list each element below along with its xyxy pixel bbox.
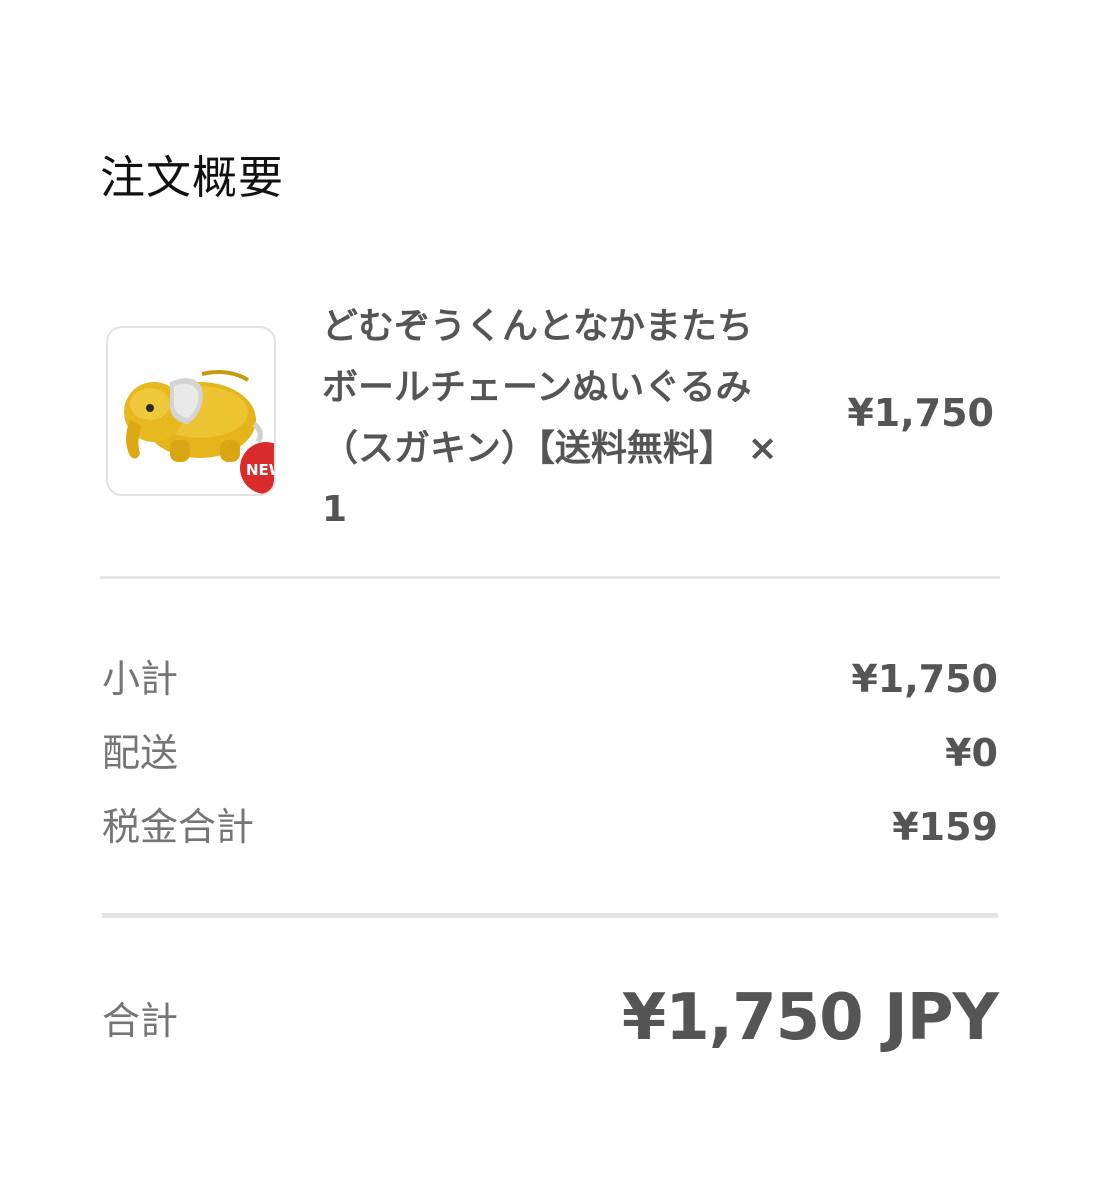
shipping-row: 配送 ¥0	[102, 728, 998, 778]
tax-value: ¥159	[892, 805, 998, 849]
item-price: ¥1,750	[847, 391, 994, 435]
order-item-row: NEW どむぞうくんとなかまたち ボールチェーンぬいぐるみ （スガキン）【送料無…	[100, 292, 1000, 542]
tax-label: 税金合計	[102, 805, 255, 849]
total-value: ¥1,750 JPY	[621, 981, 999, 1055]
shipping-value: ¥0	[945, 731, 998, 775]
tax-row: 税金合計 ¥159	[102, 802, 998, 852]
subtotal-value: ¥1,750	[851, 657, 998, 701]
subtotal-label: 小計	[102, 657, 179, 701]
divider	[100, 576, 1000, 579]
total-label: 合計	[102, 999, 179, 1043]
page-title: 注文概要	[100, 151, 285, 204]
shipping-label: 配送	[102, 731, 179, 775]
new-badge-icon: NEW	[240, 442, 274, 494]
total-row: 合計 ¥1,750 JPY	[102, 978, 999, 1058]
divider	[102, 913, 998, 918]
item-title: どむぞうくんとなかまたち ボールチェーンぬいぐるみ （スガキン）【送料無料】 ×…	[322, 306, 778, 530]
subtotal-row: 小計 ¥1,750	[102, 654, 998, 704]
product-thumbnail: NEW	[106, 326, 276, 496]
svg-text:NEW: NEW	[246, 461, 274, 479]
